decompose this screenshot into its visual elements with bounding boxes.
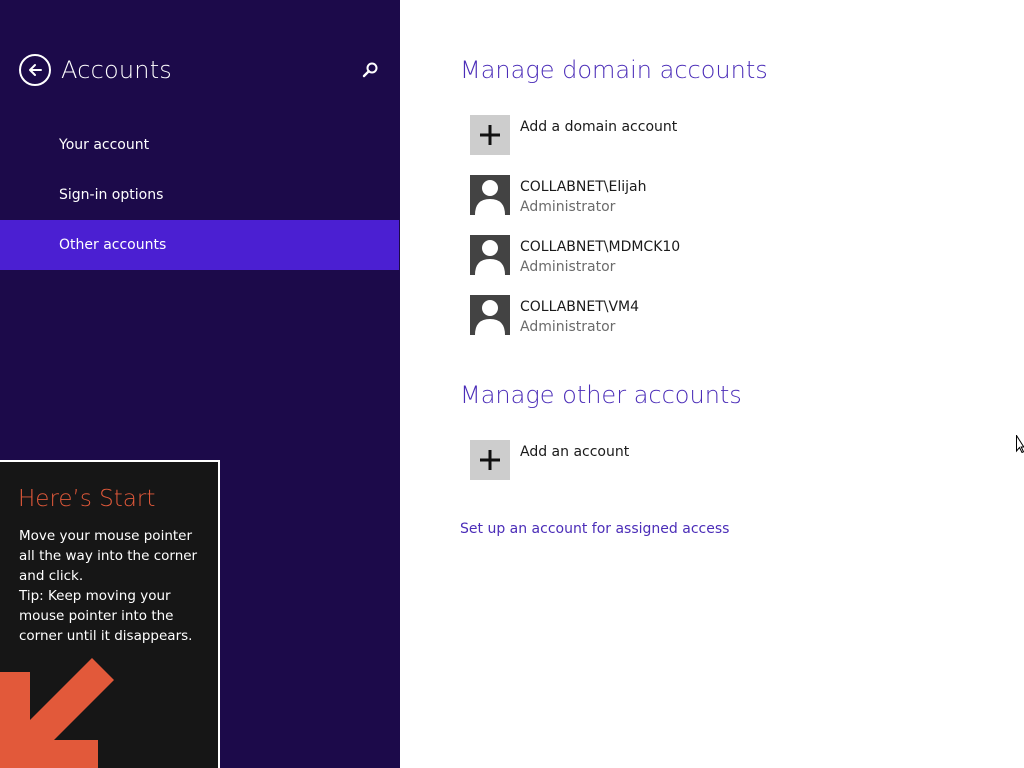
- nav-item-other-accounts[interactable]: Other accounts: [0, 220, 399, 270]
- user-icon: [475, 180, 505, 215]
- tip-body: Move your mouse pointer all the way into…: [19, 526, 209, 646]
- account-item-mdmck10[interactable]: COLLABNET\MDMCK10 Administrator: [470, 235, 680, 275]
- tip-line: and click.: [19, 568, 84, 584]
- account-item-vm4[interactable]: COLLABNET\VM4 Administrator: [470, 295, 639, 335]
- tip-line: corner until it disappears.: [19, 628, 193, 644]
- search-icon: [362, 62, 378, 78]
- tip-line: Tip: Keep moving your: [19, 588, 171, 604]
- account-role: Administrator: [520, 319, 616, 335]
- account-name: COLLABNET\VM4: [520, 299, 640, 315]
- add-domain-account-button[interactable]: Add a domain account: [470, 115, 677, 155]
- account-name: COLLABNET\MDMCK10: [520, 239, 681, 255]
- row-text: COLLABNET\Elijah Administrator: [520, 177, 646, 217]
- back-button[interactable]: [19, 54, 51, 86]
- assigned-access-link[interactable]: Set up an account for assigned access: [460, 521, 729, 537]
- add-tile: [470, 440, 510, 480]
- nav-item-label: Your account: [59, 137, 150, 153]
- plus-icon: [480, 450, 500, 470]
- row-text: Add an account: [520, 442, 629, 462]
- plus-icon: [480, 125, 500, 145]
- tip-line: mouse pointer into the: [19, 608, 174, 624]
- nav-item-label: Sign-in options: [59, 187, 164, 203]
- add-account-button[interactable]: Add an account: [470, 440, 629, 480]
- corner-arrow-icon: [0, 658, 114, 768]
- nav-item-label: Other accounts: [59, 237, 167, 253]
- avatar: [470, 235, 510, 275]
- search-button[interactable]: [360, 60, 380, 80]
- account-item-elijah[interactable]: COLLABNET\Elijah Administrator: [470, 175, 646, 215]
- back-arrow-icon: [29, 64, 42, 76]
- account-role: Administrator: [520, 199, 616, 215]
- tip-line: all the way into the corner: [19, 548, 198, 564]
- add-domain-account-label: Add a domain account: [520, 119, 678, 135]
- mouse-cursor-icon: [1016, 435, 1024, 453]
- avatar: [470, 295, 510, 335]
- other-accounts-heading: Manage other accounts: [460, 381, 742, 409]
- nav-item-sign-in-options[interactable]: Sign-in options: [0, 170, 399, 220]
- user-icon: [475, 300, 505, 335]
- nav-header: Accounts: [19, 53, 172, 87]
- account-name: COLLABNET\Elijah: [520, 179, 647, 195]
- pc-settings-screen: Accounts Your account Sign-in options Ot…: [0, 0, 1024, 768]
- domain-accounts-heading: Manage domain accounts: [460, 56, 768, 84]
- nav-item-your-account[interactable]: Your account: [0, 120, 399, 170]
- user-icon: [475, 240, 505, 275]
- row-text: COLLABNET\MDMCK10 Administrator: [520, 237, 680, 277]
- nav-list: Your account Sign-in options Other accou…: [0, 120, 399, 270]
- avatar: [470, 175, 510, 215]
- page-title: Accounts: [61, 56, 173, 84]
- navigation-pane: Accounts Your account Sign-in options Ot…: [0, 0, 400, 768]
- start-tip-panel: Here’s Start Move your mouse pointer all…: [0, 460, 220, 768]
- add-tile: [470, 115, 510, 155]
- add-account-label: Add an account: [520, 444, 630, 460]
- account-role: Administrator: [520, 259, 616, 275]
- content-pane: Manage domain accounts Add a domain acco…: [400, 0, 1024, 768]
- row-text: Add a domain account: [520, 117, 677, 137]
- tip-line: Move your mouse pointer: [19, 528, 193, 544]
- tip-title: Here’s Start: [18, 486, 156, 512]
- row-text: COLLABNET\VM4 Administrator: [520, 297, 639, 337]
